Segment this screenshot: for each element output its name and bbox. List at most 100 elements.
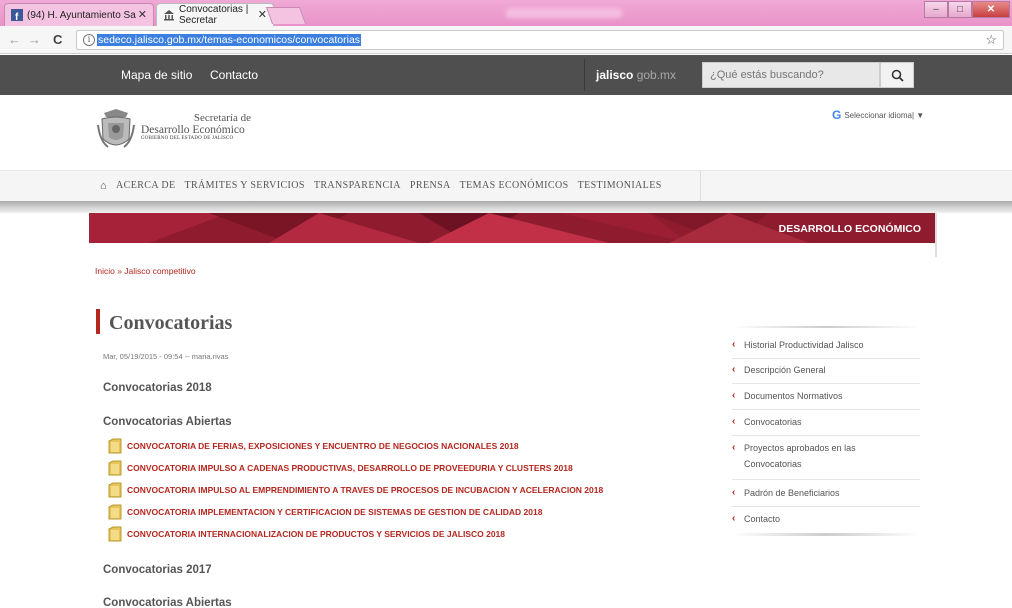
tab-title: (94) H. Ayuntamiento Sa <box>27 9 136 21</box>
sidebar-item-label: Convocatorias <box>744 417 802 427</box>
nav-acerca-de[interactable]: ACERCA DE <box>116 180 175 192</box>
chevron-left-icon: ‹ <box>732 442 736 453</box>
banner-title: DESARROLLO ECONÓMICO <box>778 223 921 235</box>
close-tab-icon[interactable]: ✕ <box>138 8 147 21</box>
nav-separator <box>700 171 701 202</box>
language-selector[interactable]: G Seleccionar idioma | ▼ <box>832 108 924 122</box>
banner-edge <box>935 213 937 257</box>
jalisco-brand[interactable]: jalisco gob.mx <box>596 68 676 82</box>
list-item: CONVOCATORIA IMPLEMENTACION Y CERTIFICAC… <box>108 504 542 520</box>
logo-text[interactable]: Secretaría de Desarrollo Económico GOBIE… <box>141 112 251 141</box>
url-text: sedeco.jalisco.gob.mx/temas-economicos/c… <box>97 34 362 46</box>
language-selector-label: Seleccionar idioma <box>844 110 912 120</box>
brand-light: gob.mx <box>633 68 677 82</box>
maximize-button[interactable]: □ <box>948 1 972 18</box>
sidebar-bottom-rule <box>732 533 920 536</box>
facebook-icon: f <box>11 9 23 21</box>
search-input[interactable] <box>702 62 880 88</box>
sidebar-item-label: Historial Productividad Jalisco <box>744 340 864 350</box>
sidebar-item-label: Documentos Normativos <box>744 391 843 401</box>
nav-tramites-y-servicios[interactable]: TRÁMITES Y SERVICIOS <box>184 180 304 192</box>
breadcrumb[interactable]: Inicio » Jalisco competitivo <box>95 266 196 276</box>
chevron-left-icon: ‹ <box>732 339 736 350</box>
list-item: CONVOCATORIA DE FERIAS, EXPOSICIONES Y E… <box>108 438 519 454</box>
reload-icon[interactable]: C <box>53 32 62 47</box>
coat-of-arms-icon[interactable] <box>96 107 136 153</box>
list-item: CONVOCATORIA INTERNACIONALIZACION DE PRO… <box>108 526 505 542</box>
browser-titlebar: f (94) H. Ayuntamiento Sa ✕ Convocatoria… <box>0 0 1012 26</box>
window-title-blurred <box>506 8 622 18</box>
sidebar-item-label: Proyectos aprobados en las Convocatorias <box>744 443 856 469</box>
list-item: CONVOCATORIA IMPULSO AL EMPRENDIMIENTO A… <box>108 482 603 498</box>
window-controls: – □ ✕ <box>924 1 1010 18</box>
tab-title: Convocatorias | Secretar <box>179 4 249 26</box>
sidebar-item-historial[interactable]: ‹ Historial Productividad Jalisco <box>732 337 920 359</box>
minimize-button[interactable]: – <box>924 1 948 18</box>
government-building-icon <box>164 10 174 21</box>
bookmark-star-icon[interactable]: ☆ <box>985 32 997 48</box>
sidebar-item-label: Contacto <box>744 514 781 524</box>
close-window-button[interactable]: ✕ <box>972 1 1010 18</box>
info-icon[interactable]: i <box>83 34 95 46</box>
divider <box>584 59 585 91</box>
nav-testimoniales[interactable]: TESTIMONIALES <box>578 180 662 192</box>
nav-temas-economicos[interactable]: TEMAS ECONÓMICOS <box>460 180 569 192</box>
search-button[interactable] <box>880 62 914 88</box>
brand-bold: jalisco <box>596 68 634 82</box>
post-meta: Mar, 05/19/2015 - 09:54 -- maria.rivas <box>103 352 229 361</box>
tab-facebook[interactable]: f (94) H. Ayuntamiento Sa ✕ <box>4 3 154 26</box>
logo-line1: Secretaría de <box>193 112 251 124</box>
section-banner: DESARROLLO ECONÓMICO <box>89 213 935 243</box>
page-title: Convocatorias <box>109 312 233 334</box>
convocatoria-link[interactable]: CONVOCATORIA IMPULSO A CADENAS PRODUCTIV… <box>127 463 573 473</box>
header-shadow <box>0 201 1012 213</box>
convocatoria-link[interactable]: CONVOCATORIA INTERNACIONALIZACION DE PRO… <box>127 529 505 539</box>
tab-convocatorias[interactable]: Convocatorias | Secretar ✕ <box>156 3 274 26</box>
logo-line3: GOBIERNO DEL ESTADO DE JALISCO <box>141 136 234 141</box>
language-dropdown-arrow: | ▼ <box>911 110 925 120</box>
convocatoria-link[interactable]: CONVOCATORIA DE FERIAS, EXPOSICIONES Y E… <box>127 441 519 451</box>
sidebar-item-proyectos[interactable]: ‹ Proyectos aprobados en las Convocatori… <box>732 440 920 480</box>
sidebar-menu: ‹ Historial Productividad Jalisco ‹ Desc… <box>732 326 920 536</box>
title-accent-bar <box>96 309 100 334</box>
document-folder-icon <box>108 482 122 498</box>
address-bar-row: ← → C i sedeco.jalisco.gob.mx/temas-econ… <box>0 26 1012 54</box>
chevron-left-icon: ‹ <box>732 487 736 498</box>
list-item: CONVOCATORIA IMPULSO A CADENAS PRODUCTIV… <box>108 460 573 476</box>
sidebar-item-padron[interactable]: ‹ Padrón de Beneficiarios <box>732 485 920 507</box>
chevron-left-icon: ‹ <box>732 364 736 375</box>
link-contacto[interactable]: Contacto <box>210 68 258 82</box>
link-mapa-de-sitio[interactable]: Mapa de sitio <box>121 68 192 82</box>
search-icon <box>891 69 904 82</box>
sidebar-item-documentos[interactable]: ‹ Documentos Normativos <box>732 388 920 410</box>
convocatoria-link[interactable]: CONVOCATORIA IMPLEMENTACION Y CERTIFICAC… <box>127 507 542 517</box>
sidebar-item-descripcion[interactable]: ‹ Descripción General <box>732 362 920 384</box>
sidebar-item-convocatorias[interactable]: ‹ Convocatorias <box>732 414 920 436</box>
sidebar-top-rule <box>732 326 920 328</box>
heading-convocatorias-2017: Convocatorias 2017 <box>103 564 212 576</box>
convocatoria-link[interactable]: CONVOCATORIA IMPULSO AL EMPRENDIMIENTO A… <box>127 485 603 495</box>
main-navigation: ⌂ ACERCA DE TRÁMITES Y SERVICIOS TRANSPA… <box>0 170 1012 202</box>
heading-convocatorias-abiertas-2018: Convocatorias Abiertas <box>103 416 232 428</box>
new-tab-button[interactable] <box>265 7 307 24</box>
sidebar-item-label: Descripción General <box>744 365 826 375</box>
chevron-left-icon: ‹ <box>732 390 736 401</box>
logo-line2: Desarrollo Económico <box>141 124 245 136</box>
sidebar-item-label: Padrón de Beneficiarios <box>744 488 840 498</box>
document-folder-icon <box>108 438 122 454</box>
close-tab-icon[interactable]: ✕ <box>258 8 267 21</box>
heading-convocatorias-abiertas-2017: Convocatorias Abiertas <box>103 597 232 608</box>
document-folder-icon <box>108 526 122 542</box>
forward-arrow-icon[interactable]: → <box>28 32 41 47</box>
nav-prensa[interactable]: PRENSA <box>410 180 451 192</box>
url-input[interactable]: i sedeco.jalisco.gob.mx/temas-economicos… <box>76 30 1004 50</box>
google-icon: G <box>832 108 842 122</box>
heading-convocatorias-2018: Convocatorias 2018 <box>103 382 212 394</box>
home-icon[interactable]: ⌂ <box>100 180 107 192</box>
document-folder-icon <box>108 460 122 476</box>
back-arrow-icon[interactable]: ← <box>8 32 21 47</box>
nav-transparencia[interactable]: TRANSPARENCIA <box>314 180 401 192</box>
document-folder-icon <box>108 504 122 520</box>
sidebar-item-contacto[interactable]: ‹ Contacto <box>732 511 920 531</box>
chevron-left-icon: ‹ <box>732 416 736 427</box>
